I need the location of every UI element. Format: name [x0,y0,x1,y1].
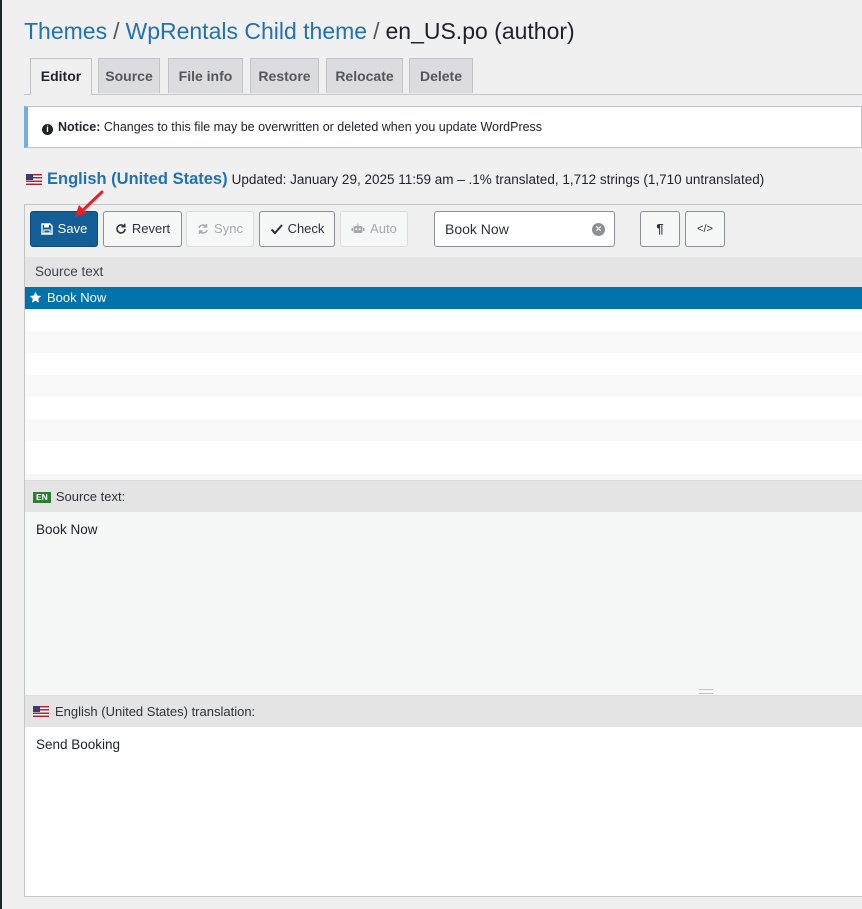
list-item-empty [25,353,862,375]
revert-button-label: Revert [131,221,171,236]
sync-button[interactable]: Sync [186,211,254,247]
clear-search-icon[interactable]: × [592,223,605,236]
list-item-empty [25,419,862,441]
list-item-label: Book Now [47,290,107,305]
tab-relocate[interactable]: Relocate [326,58,403,93]
breadcrumb-theme-link[interactable]: WpRentals Child theme [125,18,367,44]
star-icon [29,291,42,303]
check-button[interactable]: Check [259,211,335,247]
breadcrumb: Themes / WpRentals Child theme / en_US.po (a… [24,16,575,46]
translation-editor: Save Revert Sync Check Auto × ¶ </> Sour… [24,204,862,897]
list-item-selected[interactable]: Book Now [25,287,862,309]
translation-textarea[interactable]: Send Booking [25,727,862,896]
revert-icon [116,223,126,234]
file-tabs: Editor Source File info Restore Relocate… [24,58,862,95]
save-button-label: Save [57,221,88,236]
editor-toolbar: Save Revert Sync Check Auto × ¶ </> [25,205,862,257]
red-arrow-annotation [75,190,104,217]
list-item-empty [25,375,862,397]
source-panel-header: EN Source text: [25,480,862,512]
list-item-empty [25,441,862,463]
us-flag-icon [33,706,49,717]
checkmark-icon [270,224,283,235]
source-text-panel: Book Now [25,512,862,689]
translation-panel-header: English (United States) translation: [25,695,862,727]
us-flag-icon [26,174,42,185]
code-icon: </> [697,223,713,235]
tab-delete[interactable]: Delete [409,58,473,93]
list-item-empty [25,309,862,331]
auto-translate-button[interactable]: Auto [340,211,408,247]
string-list-header: Source text [25,257,862,287]
translation-panel-label: English (United States) translation: [55,704,256,719]
source-panel-label: Source text: [55,489,126,504]
search-input[interactable] [445,213,585,245]
pilcrow-icon: ¶ [656,221,664,236]
revert-button[interactable]: Revert [103,211,182,247]
breadcrumb-separator: / [373,18,380,44]
locale-status: English (United States) Updated: January … [26,168,764,191]
translation-text-value: Send Booking [36,737,121,752]
window-left-edge [0,0,2,909]
robot-icon [351,223,365,233]
toggle-code-view-button[interactable]: </> [685,211,725,247]
locale-name-link[interactable]: English (United States) [47,170,228,188]
check-button-label: Check [287,221,325,236]
tab-file-info[interactable]: File info [168,58,243,93]
resize-handle[interactable] [699,689,713,694]
tab-restore[interactable]: Restore [250,58,319,93]
translation-stats: Updated: January 29, 2025 11:59 am – .1%… [231,172,765,187]
notice-text: Changes to this file may be overwritten … [103,120,543,134]
sync-button-label: Sync [214,221,243,236]
breadcrumb-separator: / [113,18,120,44]
en-language-badge: EN [33,492,51,503]
source-text-value: Book Now [36,522,98,537]
sync-icon [198,224,208,234]
info-icon: i [42,124,53,135]
string-list: Book Now [25,287,862,474]
floppy-disk-icon [40,223,53,235]
tab-source[interactable]: Source [98,58,160,93]
notice-label: Notice: [58,120,101,134]
toggle-invisibles-button[interactable]: ¶ [640,211,680,247]
search-field: × [434,211,615,247]
breadcrumb-current-file: en_US.po (author) [385,18,575,44]
update-notice: i Notice: Changes to this file may be ove… [24,106,862,148]
auto-button-label: Auto [370,221,397,236]
list-item-empty [25,397,862,419]
breadcrumb-themes-link[interactable]: Themes [24,18,107,44]
tab-editor[interactable]: Editor [30,58,92,95]
list-item-empty [25,331,862,353]
